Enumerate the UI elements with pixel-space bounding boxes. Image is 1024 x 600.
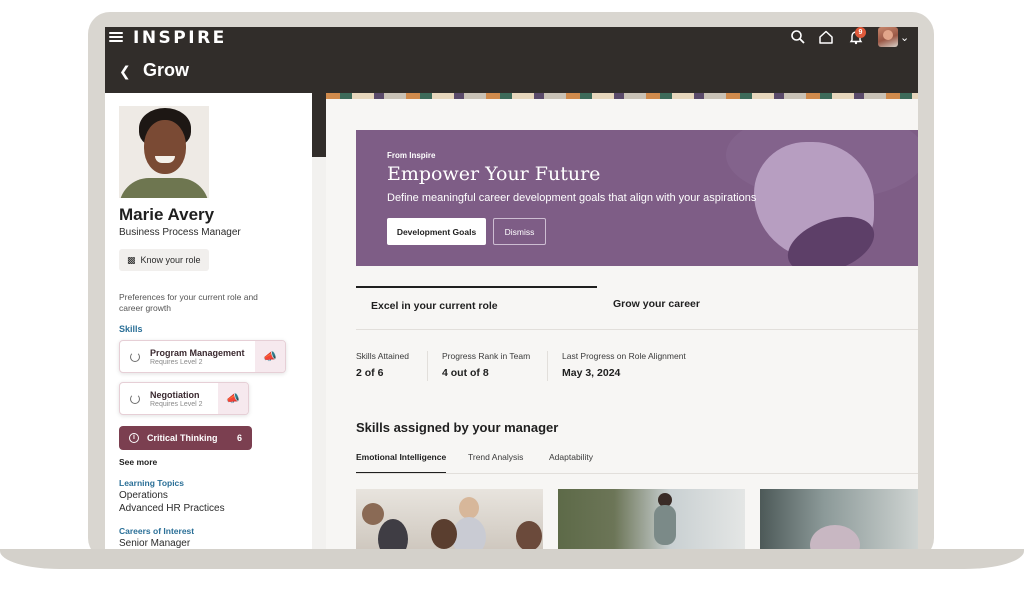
main-content: From Inspire Empower Your Future Define … [326, 93, 918, 549]
skill-count: 6 [236, 433, 242, 443]
divider [356, 473, 918, 474]
tab-trend-analysis[interactable]: Trend Analysis [468, 452, 523, 474]
tab-adaptability[interactable]: Adaptability [549, 452, 593, 474]
skills-heading: Skills [119, 324, 143, 334]
divider [356, 329, 918, 330]
home-icon[interactable] [818, 29, 836, 47]
learning-topic-item[interactable]: Advanced HR Practices [119, 503, 225, 514]
header-extension [312, 93, 326, 157]
skill-image-card[interactable] [558, 489, 745, 549]
menu-icon[interactable] [109, 30, 123, 44]
stat-value: 4 out of 8 [442, 367, 489, 379]
notification-badge: 9 [855, 27, 866, 38]
tab-emotional-intelligence[interactable]: Emotional Intelligence [356, 452, 447, 474]
profile-job-title: Business Process Manager [119, 227, 241, 238]
skill-requirement: Requires Level 2 [150, 358, 203, 366]
divider [427, 351, 428, 381]
stat-last-progress: Last Progress on Role Alignment May 3, 2… [562, 351, 686, 379]
know-your-role-label: Know your role [140, 255, 201, 265]
app-screen: INSPIRE 9 ⌄ ❮ Grow Marie Avery Business … [105, 27, 918, 549]
search-icon[interactable] [790, 29, 808, 47]
skill-image-card[interactable] [760, 489, 918, 549]
tab-grow-career[interactable]: Grow your career [598, 286, 839, 330]
know-your-role-button[interactable]: ▩ Know your role [119, 249, 209, 271]
org-chart-icon: ▩ [127, 254, 136, 265]
manager-skills-title: Skills assigned by your manager [356, 420, 559, 435]
skill-name: Negotiation [150, 389, 200, 400]
skill-card-negotiation[interactable]: Negotiation Requires Level 2 📣 [119, 382, 249, 415]
skill-requirement: Requires Level 2 [150, 400, 203, 408]
learning-topics-heading: Learning Topics [119, 478, 185, 488]
stat-label: Progress Rank in Team [442, 351, 531, 361]
brand-logo: INSPIRE [133, 28, 227, 48]
career-item[interactable]: Senior Manager [119, 538, 190, 549]
skill-card-program-management[interactable]: Program Management Requires Level 2 📣 [119, 340, 286, 373]
stat-progress-rank: Progress Rank in Team 4 out of 8 [442, 351, 530, 379]
stat-value: 2 of 6 [356, 367, 384, 379]
stat-label: Skills Attained [356, 351, 409, 361]
hero-eyebrow: From Inspire [387, 151, 436, 160]
info-icon: i [129, 433, 139, 443]
careers-heading: Careers of Interest [119, 526, 195, 536]
chevron-down-icon[interactable]: ⌄ [900, 31, 909, 44]
profile-photo [119, 106, 209, 198]
progress-spinner-icon [130, 393, 140, 404]
hero-title: Empower Your Future [387, 163, 601, 185]
skill-name: Program Management [150, 347, 245, 358]
hero-subtitle: Define meaningful career development goa… [387, 192, 757, 204]
megaphone-icon[interactable]: 📣 [218, 383, 248, 414]
learning-topic-item[interactable]: Operations [119, 490, 168, 501]
tab-excel-current-role[interactable]: Excel in your current role [356, 286, 597, 330]
hero-banner: From Inspire Empower Your Future Define … [356, 130, 918, 266]
stat-skills-attained: Skills Attained 2 of 6 [356, 351, 409, 379]
preferences-text: Preferences for your current role and ca… [119, 292, 258, 313]
see-more-link[interactable]: See more [119, 457, 157, 467]
global-header: INSPIRE 9 ⌄ [105, 27, 918, 49]
skill-chip-critical-thinking[interactable]: i Critical Thinking 6 [119, 426, 252, 450]
user-avatar[interactable] [878, 27, 898, 47]
decorative-banner [326, 93, 918, 99]
profile-panel: Marie Avery Business Process Manager ▩ K… [105, 93, 312, 549]
stat-value: May 3, 2024 [562, 367, 621, 379]
dismiss-button[interactable]: Dismiss [493, 218, 546, 245]
progress-spinner-icon [130, 351, 140, 362]
development-goals-button[interactable]: Development Goals [387, 218, 486, 245]
megaphone-icon[interactable]: 📣 [255, 341, 285, 372]
divider [547, 351, 548, 381]
laptop-base [0, 549, 1024, 569]
back-arrow-icon[interactable]: ❮ [119, 63, 131, 80]
page-title: Grow [143, 60, 190, 80]
profile-name: Marie Avery [119, 205, 215, 224]
skill-image-card[interactable] [356, 489, 543, 549]
skill-name: Critical Thinking [147, 433, 218, 443]
stat-label: Last Progress on Role Alignment [562, 351, 686, 361]
page-header: ❮ Grow [105, 49, 918, 93]
